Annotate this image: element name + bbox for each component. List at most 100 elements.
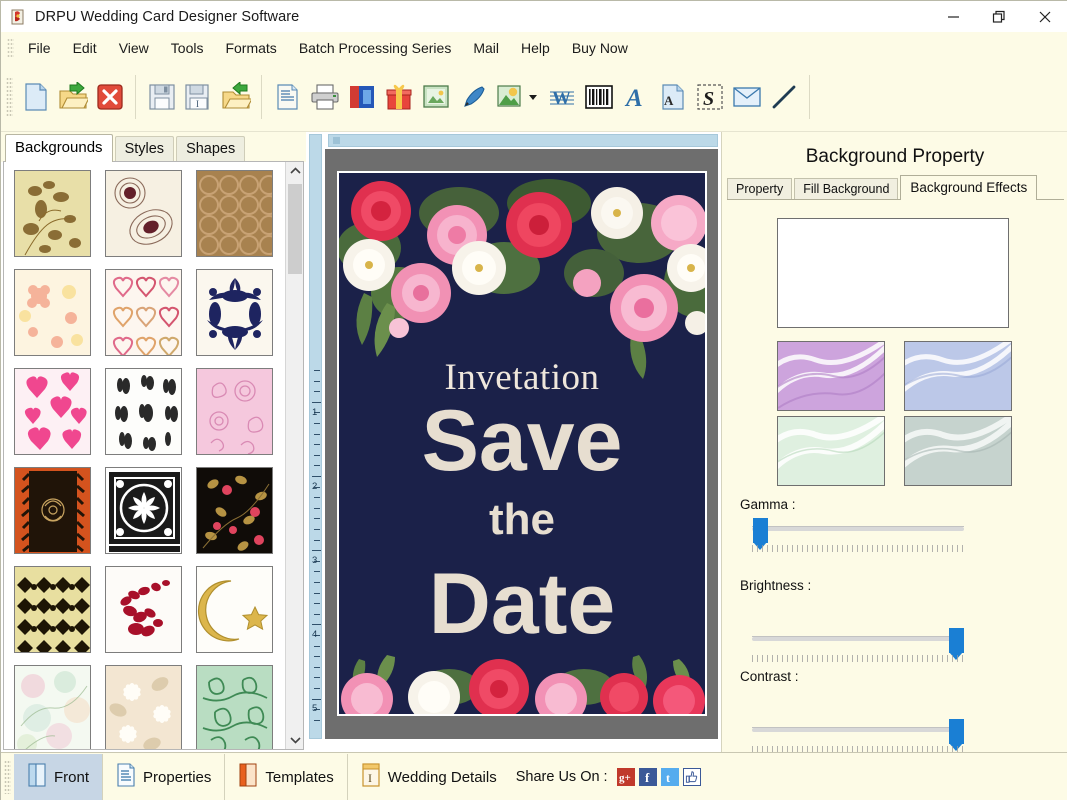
background-thumbnail[interactable] — [14, 467, 91, 554]
contrast-slider-track[interactable] — [752, 728, 964, 732]
card-line-4[interactable]: Date — [339, 558, 705, 650]
card-stage[interactable]: Invetation Save the Date — [325, 149, 718, 739]
page-setup-icon[interactable] — [269, 74, 306, 120]
close-icon[interactable] — [1022, 1, 1067, 32]
save-as-icon[interactable]: I — [180, 74, 217, 120]
card-line-3[interactable]: the — [339, 495, 705, 545]
email-icon[interactable] — [728, 74, 765, 120]
front-card-icon — [27, 763, 47, 791]
menu-grip-icon[interactable] — [7, 38, 14, 58]
tab-styles[interactable]: Styles — [115, 136, 175, 162]
wedding-card-preview[interactable]: Invetation Save the Date — [337, 171, 707, 716]
left-panel: Backgrounds Styles Shapes — [1, 132, 306, 752]
save-icon[interactable] — [143, 74, 180, 120]
background-thumbnail[interactable] — [196, 170, 273, 257]
minimize-icon[interactable] — [930, 1, 976, 32]
grey-green-marble-swatch[interactable] — [904, 416, 1012, 486]
status-item-properties[interactable]: Properties — [103, 754, 224, 800]
pen-icon[interactable] — [454, 74, 491, 120]
background-thumbnail[interactable] — [196, 467, 273, 554]
effect-preview-blank[interactable] — [777, 218, 1009, 328]
restore-icon[interactable] — [976, 1, 1022, 32]
background-thumbnail[interactable] — [14, 368, 91, 455]
background-thumbnail[interactable] — [196, 368, 273, 455]
gamma-slider-track[interactable] — [752, 527, 964, 531]
background-thumbnail[interactable] — [105, 368, 182, 455]
background-thumbnail[interactable] — [14, 665, 91, 750]
toolbar-grip-icon[interactable] — [6, 77, 13, 117]
menu-tools[interactable]: Tools — [160, 37, 215, 59]
menu-view[interactable]: View — [108, 37, 160, 59]
gamma-slider[interactable] — [752, 518, 964, 540]
close-document-icon[interactable] — [91, 74, 128, 120]
status-item-wedding-details[interactable]: I Wedding Details — [348, 754, 510, 800]
gift-icon[interactable] — [380, 74, 417, 120]
brightness-slider-track[interactable] — [752, 637, 964, 641]
twitter-icon[interactable]: t — [661, 768, 679, 786]
menu-batch-processing-series[interactable]: Batch Processing Series — [288, 37, 463, 59]
brightness-label: Brightness : — [740, 578, 811, 593]
background-thumbnail[interactable] — [105, 170, 182, 257]
background-thumbnail[interactable] — [196, 269, 273, 356]
background-thumbnail[interactable] — [105, 269, 182, 356]
open-folder-icon[interactable] — [54, 74, 91, 120]
contrast-slider-thumb[interactable] — [949, 719, 964, 744]
tab-shapes[interactable]: Shapes — [176, 136, 245, 162]
brightness-slider[interactable] — [752, 628, 964, 650]
google-plus-icon[interactable]: g+ — [617, 768, 635, 786]
text-on-shape-icon[interactable]: A — [654, 74, 691, 120]
barcode-icon[interactable] — [580, 74, 617, 120]
tab-fill-background[interactable]: Fill Background — [794, 178, 898, 200]
contrast-slider[interactable] — [752, 719, 964, 741]
facebook-icon[interactable]: f — [639, 768, 657, 786]
background-thumbnail[interactable] — [196, 665, 273, 750]
watermark-icon[interactable]: W — [543, 74, 580, 120]
tab-property[interactable]: Property — [727, 178, 792, 200]
green-marble-swatch[interactable] — [777, 416, 885, 486]
gamma-slider-ticks — [752, 545, 964, 552]
copy-layers-icon[interactable] — [343, 74, 380, 120]
status-item-front-label: Front — [54, 769, 89, 786]
svg-text:t: t — [666, 771, 670, 784]
toolbar-separator — [135, 75, 136, 119]
signature-icon[interactable]: S — [691, 74, 728, 120]
brightness-slider-thumb[interactable] — [949, 628, 964, 653]
insert-image-icon[interactable] — [491, 74, 528, 120]
blue-marble-swatch[interactable] — [904, 341, 1012, 411]
menu-help[interactable]: Help — [510, 37, 561, 59]
card-line-2[interactable]: Save — [339, 395, 705, 487]
background-thumbnail[interactable] — [14, 170, 91, 257]
import-folder-icon[interactable] — [217, 74, 254, 120]
menu-formats[interactable]: Formats — [214, 37, 287, 59]
menu-buy-now[interactable]: Buy Now — [561, 37, 639, 59]
scrollbar-thumb[interactable] — [288, 184, 302, 274]
print-icon[interactable] — [306, 74, 343, 120]
background-thumbnail[interactable] — [14, 269, 91, 356]
new-document-icon[interactable] — [17, 74, 54, 120]
background-thumbnail[interactable] — [14, 566, 91, 653]
menu-edit[interactable]: Edit — [62, 37, 108, 59]
text-icon[interactable]: A — [617, 74, 654, 120]
chevron-up-icon[interactable] — [286, 162, 304, 180]
tab-background-effects[interactable]: Background Effects — [900, 175, 1037, 200]
background-thumbnail[interactable] — [196, 566, 273, 653]
background-thumbnail[interactable] — [105, 665, 182, 750]
gamma-slider-thumb[interactable] — [753, 518, 768, 543]
status-item-templates[interactable]: Templates — [225, 754, 346, 800]
window-controls — [930, 1, 1067, 32]
status-item-front[interactable]: Front — [14, 754, 102, 800]
chevron-down-icon[interactable] — [286, 731, 304, 749]
chevron-down-icon[interactable] — [529, 95, 537, 100]
tab-backgrounds[interactable]: Backgrounds — [5, 134, 113, 162]
photo-frame-icon[interactable] — [417, 74, 454, 120]
facebook-like-icon[interactable] — [683, 768, 701, 786]
background-thumbnail[interactable] — [105, 467, 182, 554]
line-tool-icon[interactable] — [765, 74, 802, 120]
menu-mail[interactable]: Mail — [462, 37, 510, 59]
left-panel-scrollbar[interactable] — [285, 162, 303, 749]
status-bar-grip-icon[interactable] — [4, 760, 11, 794]
purple-marble-swatch[interactable] — [777, 341, 885, 411]
toolbar-separator — [809, 75, 810, 119]
menu-file[interactable]: File — [17, 37, 62, 59]
background-thumbnail[interactable] — [105, 566, 182, 653]
